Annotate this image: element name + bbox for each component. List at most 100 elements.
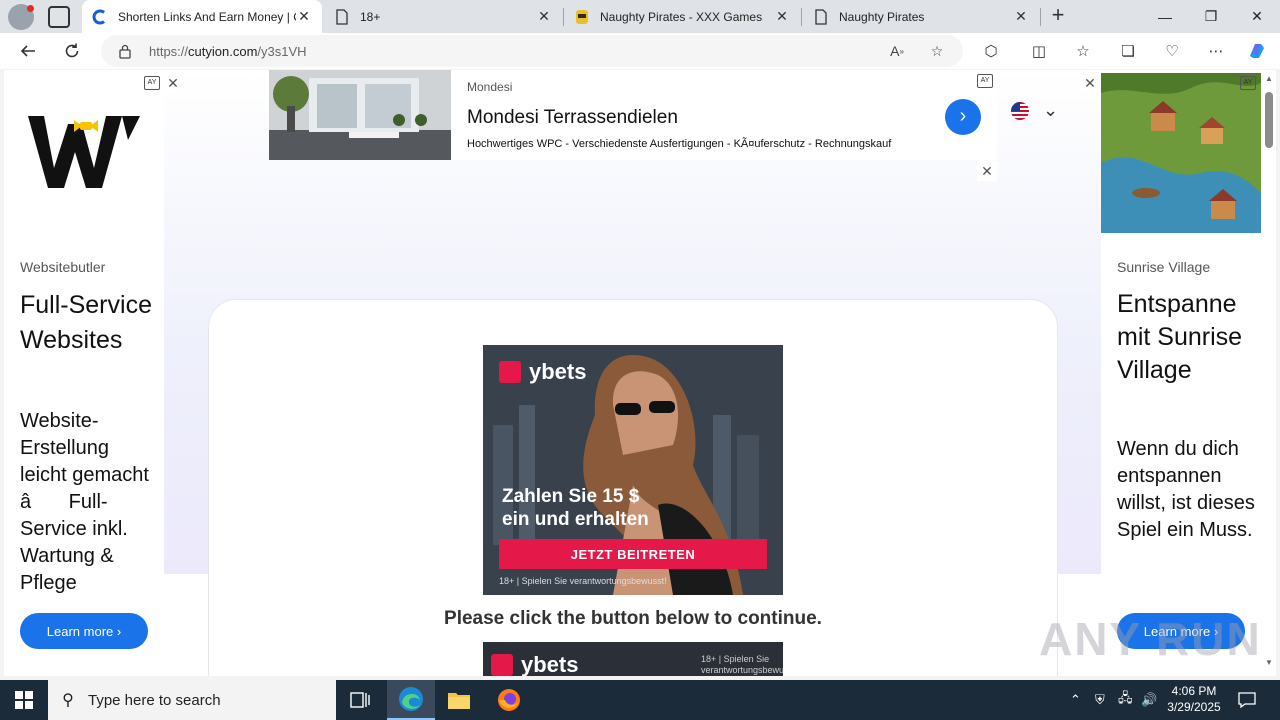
anyrun-watermark: ANY RUN [1039,613,1262,665]
profile-avatar-icon[interactable] [8,4,34,30]
page-icon [336,8,348,25]
tab-cutyion[interactable]: Shorten Links And Earn Money | C ✕ [82,0,322,33]
settings-more-icon[interactable]: ⋯ [1204,39,1228,63]
right-side-ad[interactable]: AY Sunrise Village Entspanne mit Sunrise… [1101,70,1261,676]
taskbar-search[interactable]: ⚲ Type here to search [48,680,336,720]
ad-choices-icon[interactable]: AY [144,76,160,90]
cutyion-favicon-icon [92,9,105,24]
sunrise-village-image [1101,73,1261,233]
websitebutler-logo [28,116,140,188]
casino-brand-text: ybets [529,359,587,384]
lock-icon[interactable] [118,43,132,59]
task-view-icon [350,692,370,708]
ad-choices-icon[interactable]: AY [977,74,993,88]
close-ad-icon[interactable]: ✕ [977,161,997,181]
new-tab-button[interactable]: + [1046,4,1070,28]
back-button[interactable] [14,37,42,65]
ybets-logo-icon [491,654,513,676]
notification-bubble-icon [1238,692,1256,709]
start-button[interactable] [0,680,48,720]
casino-brand-text: ybets [521,652,579,676]
close-ad-icon[interactable]: ✕ [164,74,182,92]
tab-naughty-pirates-games[interactable]: Naughty Pirates - XXX Games ✕ [564,0,800,33]
casino-ad-2[interactable]: ybets 18+ | Spielen Sie verantwortungsbe… [483,642,783,676]
tab-title: Naughty Pirates - XXX Games [600,9,763,24]
minimize-button[interactable]: — [1142,0,1188,33]
ad-headline[interactable]: Full-Service Websites [20,288,160,358]
learn-more-button[interactable]: Learn more › [20,613,148,649]
casino-disclaimer: 18+ | Spielen Sie verantwortungsbewusst! [499,576,667,586]
folder-icon [448,693,470,709]
tab-title: Shorten Links And Earn Money | C [118,9,296,24]
volume-icon[interactable]: 🔊 [1141,680,1157,720]
firefox-taskbar-app[interactable] [485,680,533,720]
collections-icon[interactable]: ❏ [1116,39,1140,63]
address-bar[interactable]: https://cutyion.com/y3s1VH A» ☆ [101,35,963,67]
ad-brand: Mondesi [467,80,513,94]
casino-promo: Zahlen Sie 15 $ ein und erhalten [502,485,649,531]
ad-sponsor: Sunrise Village [1117,259,1211,275]
back-arrow-icon [20,45,35,57]
close-window-button[interactable]: ✕ [1234,0,1280,33]
close-tab-icon[interactable]: ✕ [536,8,552,25]
notifications-icon[interactable] [1238,680,1256,720]
scrollbar-thumb[interactable] [1265,92,1273,148]
ad-sponsor: Websitebutler [20,259,106,275]
chevron-down-icon[interactable]: ⌄ [1043,100,1058,121]
casino-ad[interactable]: ybets Zahlen Sie 15 $ ein und erhalten J… [483,345,783,595]
url-host: cutyion.com [188,44,258,59]
ad-body: Website-Erstellung leicht gemacht â Fu… [20,410,149,594]
tab-naughty-pirates[interactable]: Naughty Pirates ✕ [803,0,1039,33]
close-ad-icon[interactable]: ✕ [1081,74,1099,92]
refresh-icon [65,43,79,58]
tab-strip: Shorten Links And Earn Money | C ✕ 18+ ✕… [0,0,1280,33]
left-side-ad[interactable]: AY ✕ Websitebutler Full-Service Websites… [4,70,182,676]
copilot-logo [1250,44,1264,58]
restore-button[interactable]: ❐ [1188,0,1234,33]
tab-separator [801,8,802,26]
file-explorer-taskbar-app[interactable] [435,680,483,720]
game-icon [576,9,588,24]
copilot-icon[interactable] [1245,39,1269,63]
close-tab-icon[interactable]: ✕ [774,8,790,25]
ad-title[interactable]: Mondesi Terrassendielen [467,107,678,129]
join-now-button[interactable]: JETZT BEITRETEN [499,539,767,569]
casino-brand: ybets [491,652,578,676]
ad-choices-icon[interactable]: AY [1240,76,1256,90]
read-aloud-icon[interactable]: A» [887,41,907,61]
close-tab-icon[interactable]: ✕ [296,8,312,25]
network-icon[interactable]: 🖧 [1118,680,1133,720]
task-view-button[interactable] [336,680,384,720]
windows-logo-icon [15,691,33,709]
url-path: /y3s1VH [257,44,307,59]
show-hidden-icons-button[interactable]: ⌃ [1070,680,1081,720]
navigation-bar: https://cutyion.com/y3s1VH A» ☆ ⬡ ◫ ☆ ❏ … [0,33,1280,69]
tab-18plus[interactable]: 18+ ✕ [324,0,562,33]
tab-actions-icon[interactable] [48,6,70,28]
page-scrollbar[interactable]: ▲ ▼ [1262,70,1276,676]
extensions-icon[interactable]: ⬡ [979,39,1003,63]
favorite-star-icon[interactable]: ☆ [927,41,947,61]
firefox-icon [498,689,520,711]
security-tray-icon[interactable]: ⛨ [1095,680,1105,720]
edge-icon [399,687,423,711]
favorites-icon[interactable]: ☆ [1071,39,1095,63]
close-tab-icon[interactable]: ✕ [1013,8,1029,25]
ad-description: Hochwertiges WPC - Verschiedenste Ausfer… [467,138,892,150]
system-clock[interactable]: 4:06 PM 3/29/2025 [1158,683,1230,715]
scroll-up-icon[interactable]: ▲ [1265,74,1273,83]
ad-body: Wenn du dich entspannen willst, ist dies… [1117,438,1255,541]
ad-headline[interactable]: Entspanne mit Sunrise Village [1117,288,1257,387]
browser-essentials-icon[interactable]: ♡ [1160,39,1184,63]
ybets-logo-icon [499,361,521,383]
clock-time: 4:06 PM [1171,684,1217,698]
split-screen-icon[interactable]: ◫ [1027,39,1051,63]
refresh-button[interactable] [58,37,86,65]
edge-taskbar-app[interactable] [387,680,435,720]
ad-go-arrow-icon[interactable]: › [945,99,981,135]
web-page: AY ✕ Websitebutler Full-Service Websites… [4,70,1276,676]
language-selector[interactable]: ⌄ [1011,100,1091,124]
casino-disclaimer: 18+ | Spielen Sie verantwortungsbewusst! [701,654,783,675]
top-banner-ad[interactable]: Mondesi Mondesi Terrassendielen Hochwert… [269,70,997,160]
scroll-down-icon[interactable]: ▼ [1265,658,1273,667]
